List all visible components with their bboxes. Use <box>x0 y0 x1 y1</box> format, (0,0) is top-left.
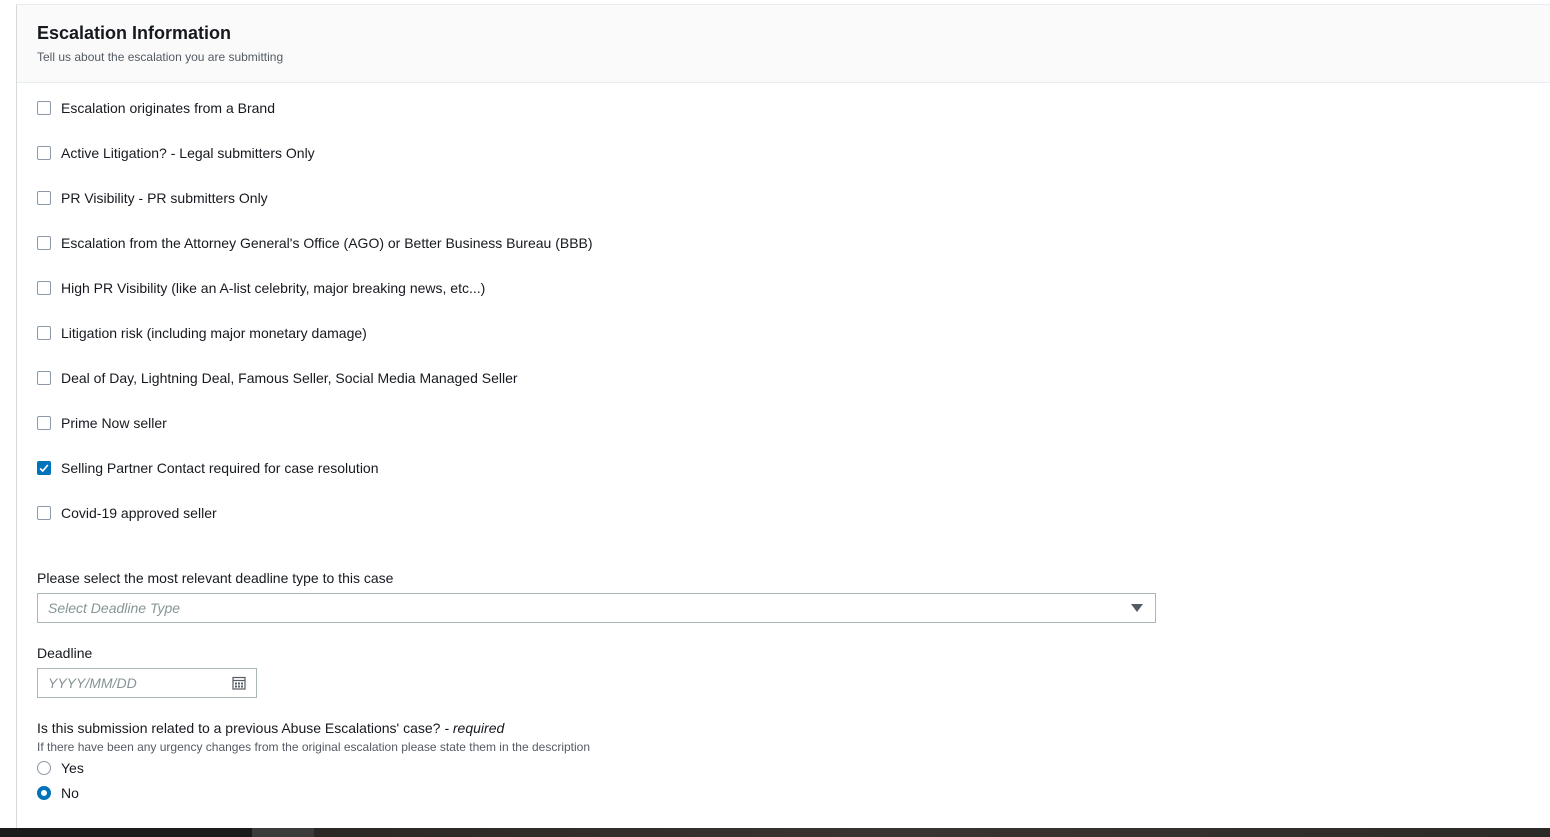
checkbox-label: Prime Now seller <box>61 415 167 431</box>
checkbox-input[interactable] <box>37 506 51 520</box>
checkbox-input[interactable] <box>37 146 51 160</box>
checkbox-input[interactable] <box>37 326 51 340</box>
checkbox-input[interactable] <box>37 461 51 475</box>
checkbox-covid-approved[interactable]: Covid-19 approved seller <box>37 503 217 523</box>
deadline-type-label: Please select the most relevant deadline… <box>37 570 394 586</box>
deadline-label: Deadline <box>37 645 93 661</box>
escalation-info-panel: Escalation Information Tell us about the… <box>16 4 1550 828</box>
checkbox-input[interactable] <box>37 371 51 385</box>
checkbox-input[interactable] <box>37 101 51 115</box>
checkbox-input[interactable] <box>37 416 51 430</box>
checkbox-label: PR Visibility - PR submitters Only <box>61 190 268 206</box>
checkbox-label: High PR Visibility (like an A-list celeb… <box>61 280 486 296</box>
deadline-placeholder: YYYY/MM/DD <box>48 675 137 691</box>
checkbox-selling-partner-contact[interactable]: Selling Partner Contact required for cas… <box>37 458 379 478</box>
previous-case-question: Is this submission related to a previous… <box>37 720 504 736</box>
checkbox-brand[interactable]: Escalation originates from a Brand <box>37 98 275 118</box>
radio-label: Yes <box>61 760 84 776</box>
checkbox-ago-bbb[interactable]: Escalation from the Attorney General's O… <box>37 233 593 253</box>
radio-button[interactable] <box>37 786 51 800</box>
panel-header: Escalation Information Tell us about the… <box>17 5 1550 83</box>
caret-down-icon <box>1131 604 1143 612</box>
checkbox-high-pr-visibility[interactable]: High PR Visibility (like an A-list celeb… <box>37 278 485 298</box>
deadline-date-input[interactable]: YYYY/MM/DD <box>37 668 257 698</box>
required-indicator: - required <box>440 720 505 736</box>
radio-no[interactable]: No <box>37 783 79 803</box>
checkbox-pr-visibility[interactable]: PR Visibility - PR submitters Only <box>37 188 268 208</box>
panel-title: Escalation Information <box>37 23 232 43</box>
panel-subtitle: Tell us about the escalation you are sub… <box>37 50 284 64</box>
checkbox-litigation-risk[interactable]: Litigation risk (including major monetar… <box>37 323 367 343</box>
previous-case-description: If there have been any urgency changes f… <box>37 740 591 754</box>
checkbox-label: Escalation originates from a Brand <box>61 100 275 116</box>
checkbox-label: Covid-19 approved seller <box>61 505 217 521</box>
checkbox-label: Litigation risk (including major monetar… <box>61 325 367 341</box>
calendar-icon[interactable] <box>232 676 246 690</box>
deadline-type-select[interactable]: Select Deadline Type <box>37 593 1156 623</box>
checkbox-label: Escalation from the Attorney General's O… <box>61 235 593 251</box>
radio-label: No <box>61 785 79 801</box>
radio-button[interactable] <box>37 761 51 775</box>
deadline-type-placeholder: Select Deadline Type <box>48 600 181 616</box>
checkbox-deal-of-day[interactable]: Deal of Day, Lightning Deal, Famous Sell… <box>37 368 518 388</box>
taskbar-strip <box>0 828 1550 837</box>
checkbox-prime-now[interactable]: Prime Now seller <box>37 413 167 433</box>
checkbox-label: Active Litigation? - Legal submitters On… <box>61 145 315 161</box>
previous-case-question-text: Is this submission related to a previous… <box>37 720 441 736</box>
checkbox-input[interactable] <box>37 191 51 205</box>
radio-yes[interactable]: Yes <box>37 758 84 778</box>
checkbox-input[interactable] <box>37 236 51 250</box>
checkbox-label: Deal of Day, Lightning Deal, Famous Sell… <box>61 370 518 386</box>
check-icon <box>39 464 49 473</box>
checkbox-label: Selling Partner Contact required for cas… <box>61 460 379 476</box>
checkbox-input[interactable] <box>37 281 51 295</box>
checkbox-active-litigation[interactable]: Active Litigation? - Legal submitters On… <box>37 143 315 163</box>
